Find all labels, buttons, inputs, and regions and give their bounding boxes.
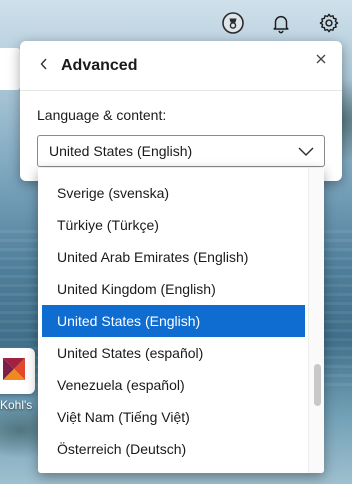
language-dropdown-list[interactable]: Sverige (svenska) Türkiye (Türkçe) United … (38, 168, 324, 473)
dropdown-option[interactable]: United States (español) (42, 337, 305, 369)
advanced-settings-panel: Advanced Language & content: United Stat… (20, 41, 342, 181)
dropdown-scrollbar[interactable] (308, 168, 324, 473)
chevron-down-icon (297, 144, 315, 163)
language-content-label: Language & content: (37, 107, 167, 123)
panel-header: Advanced (20, 41, 342, 91)
background-search-box-edge[interactable] (0, 48, 20, 90)
top-toolbar (220, 10, 342, 36)
scrollbar-thumb[interactable] (314, 364, 321, 406)
dropdown-option[interactable]: Sverige (svenska) (42, 177, 305, 209)
kohls-tile[interactable] (0, 348, 35, 394)
dropdown-option[interactable]: Việt Nam (Tiếng Việt) (42, 401, 305, 433)
chevron-left-icon (39, 57, 49, 76)
dropdown-option[interactable]: United Arab Emirates (English) (42, 241, 305, 273)
dropdown-option[interactable]: United States (English) (42, 305, 305, 337)
kohls-logo-icon (3, 357, 25, 385)
language-select-value: United States (English) (49, 143, 193, 159)
kohls-tile-label: Kohl's (0, 398, 33, 412)
close-icon (316, 51, 326, 69)
notification-bell-icon[interactable] (268, 10, 294, 36)
dropdown-options: Sverige (svenska) Türkiye (Türkçe) United … (38, 177, 306, 465)
rewards-icon[interactable] (220, 10, 246, 36)
gear-icon[interactable] (316, 10, 342, 36)
close-button[interactable] (314, 53, 328, 67)
panel-title: Advanced (61, 56, 138, 74)
dropdown-option[interactable]: United Kingdom (English) (42, 273, 305, 305)
dropdown-option[interactable]: Venezuela (español) (42, 369, 305, 401)
language-select[interactable]: United States (English) (37, 135, 325, 167)
dropdown-option[interactable]: Türkiye (Türkçe) (42, 209, 305, 241)
back-button[interactable] (36, 57, 52, 77)
dropdown-option[interactable]: Österreich (Deutsch) (42, 433, 305, 465)
